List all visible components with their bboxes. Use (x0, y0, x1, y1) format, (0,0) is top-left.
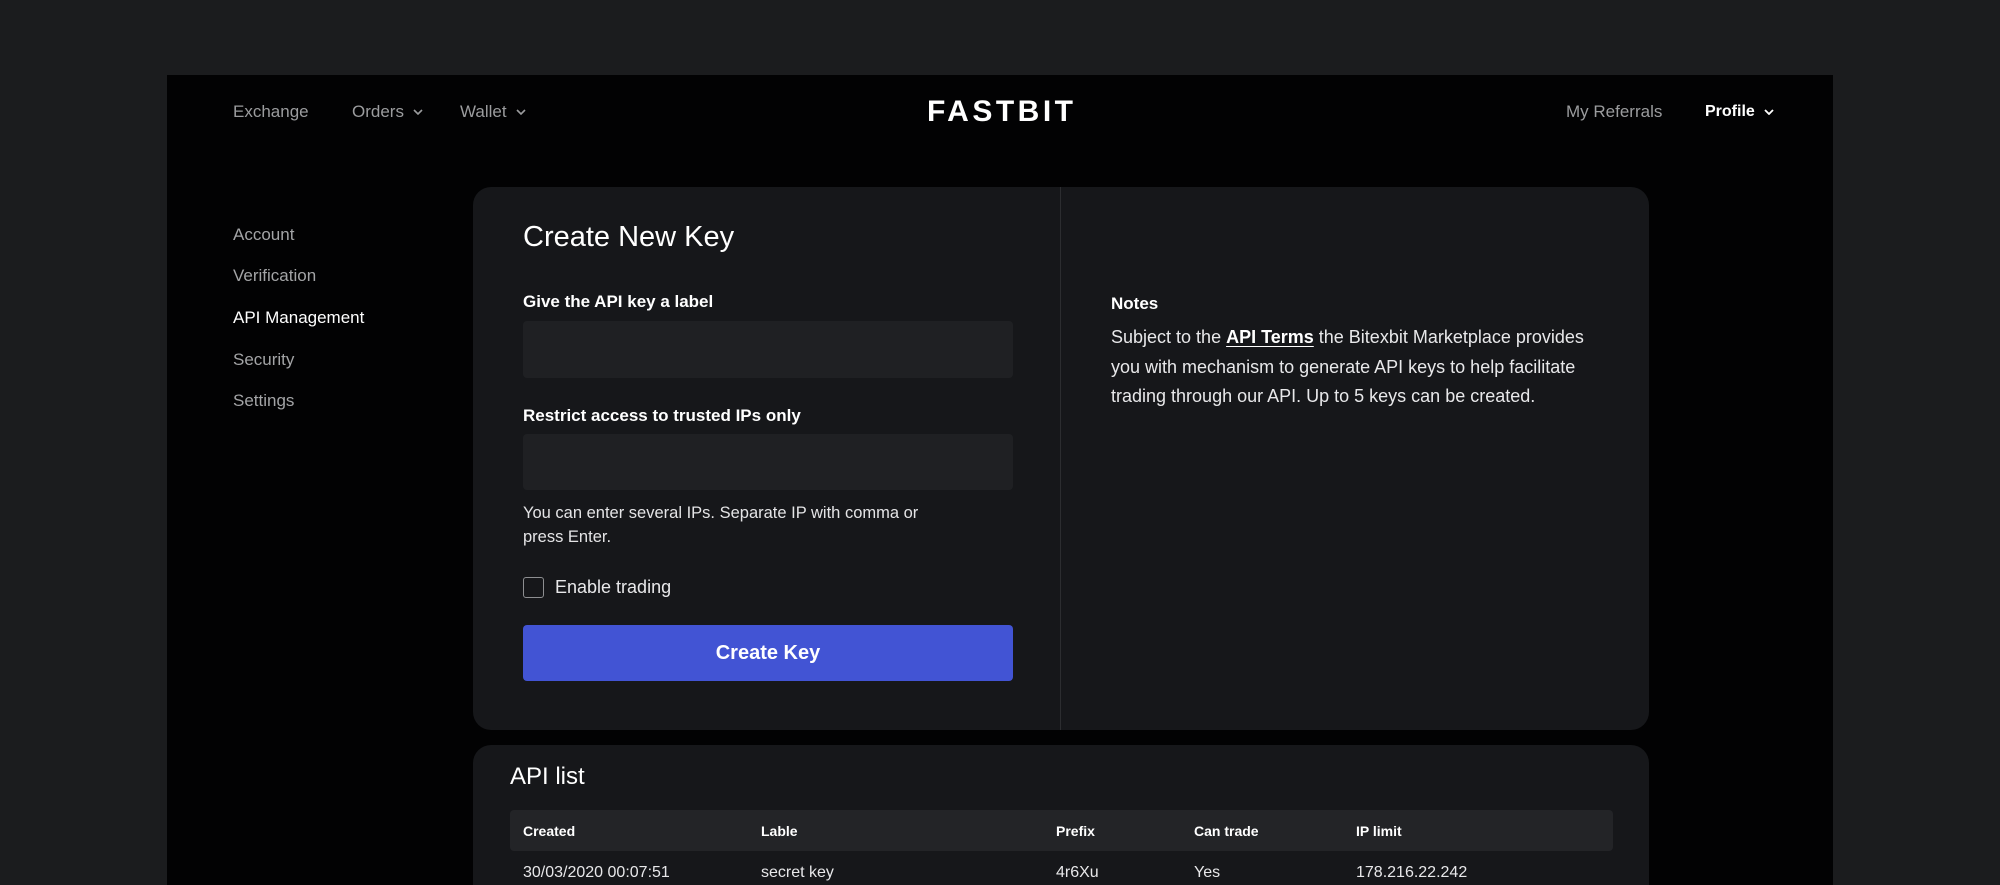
create-key-button-label: Create Key (715, 641, 821, 664)
api-list-table: Created Lable Prefix Can trade IP limit … (510, 810, 1613, 885)
notes-text: Subject to the API Terms the Bitexbit Ma… (1111, 323, 1611, 412)
trusted-ips-field-label: Restrict access to trusted IPs only (523, 406, 801, 425)
column-header-can-trade: Can trade (1194, 822, 1259, 839)
nav-profile-label: Profile (1705, 103, 1755, 120)
chevron-down-icon (1764, 109, 1774, 115)
card-divider (1060, 187, 1061, 730)
cell-created: 30/03/2020 00:07:51 (523, 864, 670, 881)
brand-logo[interactable]: FASTBIT (850, 96, 1150, 128)
trusted-ips-help-text: You can enter several IPs. Separate IP w… (523, 501, 918, 549)
column-header-prefix: Prefix (1056, 822, 1095, 839)
page: Exchange Orders Wallet FASTBIT My Referr… (0, 0, 2000, 885)
sidebar-item-account[interactable]: Account (233, 224, 294, 246)
notes-title: Notes (1111, 294, 1159, 313)
create-key-title: Create New Key (523, 221, 735, 253)
enable-trading-checkbox[interactable] (523, 577, 544, 598)
sidebar-item-api-management[interactable]: API Management (233, 307, 364, 329)
sidebar-item-verification[interactable]: Verification (233, 265, 316, 287)
cell-prefix: 4r6Xu (1056, 864, 1099, 881)
api-list-card: API list Created Lable Prefix Can trade … (473, 745, 1649, 885)
nav-wallet-dropdown[interactable]: Wallet (460, 101, 526, 123)
column-header-label: Lable (761, 822, 798, 839)
nav-wallet-label: Wallet (460, 102, 507, 121)
create-key-card: Create New Key Give the API key a label … (473, 187, 1649, 730)
create-key-button[interactable]: Create Key (523, 625, 1013, 681)
table-header: Created Lable Prefix Can trade IP limit (510, 810, 1613, 851)
column-header-created: Created (523, 822, 576, 839)
cell-ip-limit: 178.216.22.242 (1356, 864, 1468, 881)
api-list-title: API list (510, 763, 585, 790)
sidebar-item-security[interactable]: Security (233, 349, 294, 371)
trusted-ips-input[interactable] (523, 434, 1013, 490)
sidebar-item-settings[interactable]: Settings (233, 390, 294, 412)
nav-profile-dropdown[interactable]: Profile (1705, 101, 1774, 123)
chevron-down-icon (516, 109, 526, 115)
nav-exchange[interactable]: Exchange (233, 101, 309, 123)
cell-label: secret key (761, 864, 834, 881)
api-key-label-field-label: Give the API key a label (523, 292, 714, 311)
notes-text-before: Subject to the (1111, 327, 1227, 347)
nav-my-referrals[interactable]: My Referrals (1566, 101, 1662, 123)
column-header-ip-limit: IP limit (1356, 822, 1402, 839)
cell-can-trade: Yes (1194, 864, 1221, 881)
chevron-down-icon (413, 109, 423, 115)
nav-orders-dropdown[interactable]: Orders (352, 101, 423, 123)
nav-my-referrals-label: My Referrals (1566, 102, 1663, 121)
api-key-label-input[interactable] (523, 321, 1013, 378)
nav-orders-label: Orders (352, 102, 404, 121)
api-terms-link[interactable]: API Terms (1226, 327, 1314, 347)
table-row[interactable]: 30/03/2020 00:07:51 secret key 4r6Xu Yes… (510, 851, 1613, 885)
help-line: press Enter. (523, 528, 612, 546)
help-line: You can enter several IPs. Separate IP w… (523, 504, 919, 522)
nav-exchange-label: Exchange (233, 102, 309, 121)
enable-trading-label[interactable]: Enable trading (555, 576, 671, 598)
